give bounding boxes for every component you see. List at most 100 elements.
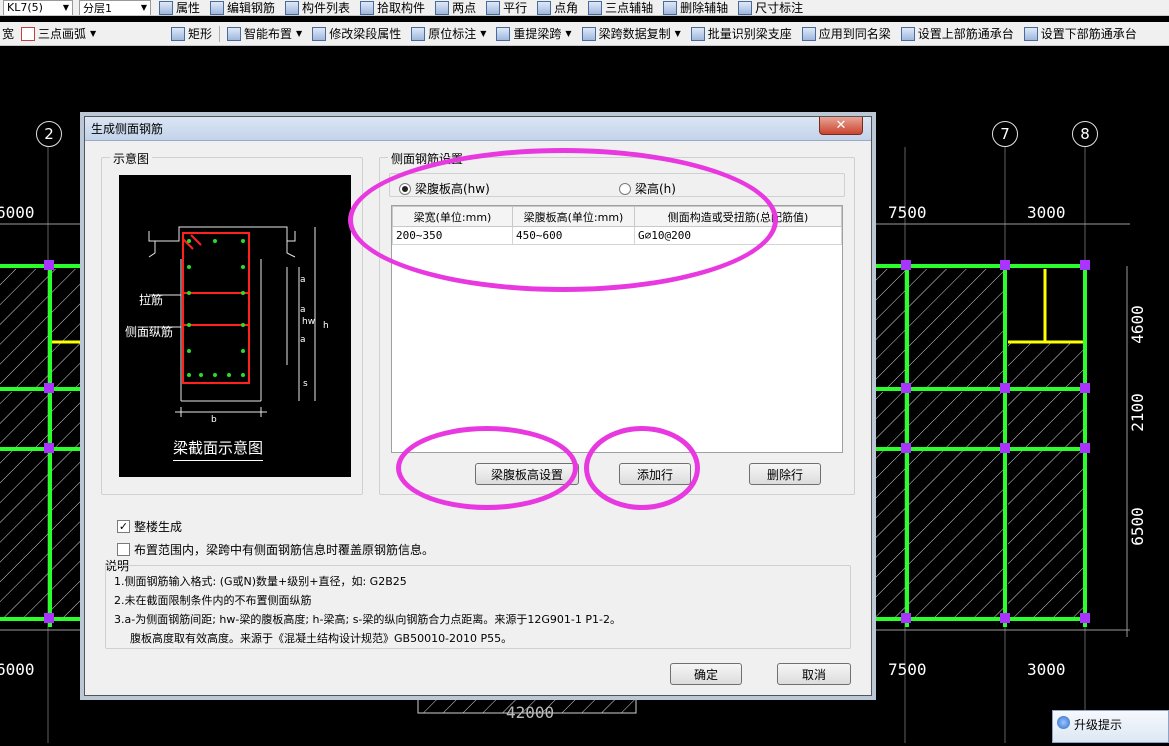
tb-rect[interactable]: 矩形: [166, 22, 217, 45]
dim-top-left: 6000: [0, 203, 35, 222]
slab-right-5: [909, 392, 1003, 447]
tb-component-list[interactable]: 构件列表: [280, 0, 355, 15]
tb-three-point-axis[interactable]: 三点辅轴: [583, 0, 658, 15]
arc-icon: [21, 26, 36, 41]
dialog-title: 生成侧面钢筋: [91, 122, 164, 136]
diagram-legend: 示意图: [110, 150, 153, 167]
tb-delete-axis[interactable]: 删除辅轴: [658, 0, 733, 15]
rectangle-icon: [171, 26, 186, 41]
beam-combo-value: KL7(5): [7, 1, 43, 14]
arc-combo[interactable]: 三点画弧 ▼: [16, 22, 166, 45]
axis-bubble-8: 8: [1072, 121, 1098, 147]
dim-top-mid: 7500: [888, 203, 927, 222]
add-row-button[interactable]: 添加行: [619, 463, 691, 485]
dim-bottom-mid: 7500: [888, 660, 927, 679]
radio-beam-height[interactable]: 梁高(h): [619, 180, 676, 197]
parallel-icon: [486, 0, 501, 15]
upgrade-label: 升级提示: [1074, 718, 1123, 732]
slab-right-6: [1008, 392, 1083, 447]
chevron-down-icon: ▼: [140, 3, 147, 12]
dim-total: 42000: [506, 703, 555, 722]
tb-lead[interactable]: 宽: [0, 22, 16, 45]
slab-right-9: [1008, 451, 1083, 618]
upgrade-notice[interactable]: 升级提示: [1052, 710, 1169, 743]
arc-combo-label: 三点画弧: [38, 27, 87, 41]
cell-beam-width[interactable]: 200~350: [392, 226, 513, 245]
label-s: s: [303, 379, 308, 389]
tb-apply-same-name[interactable]: 应用到同名梁: [797, 22, 896, 45]
ok-button[interactable]: 确定: [670, 663, 742, 685]
tb-copy-span-data[interactable]: 梁跨数据复制 ▼: [577, 22, 686, 45]
tb-batch-support-label: 批量识别梁支座: [707, 27, 792, 41]
slab-right-7: [873, 451, 905, 618]
overwrite-label: 布置范围内，梁跨中有侧面钢筋信息时覆盖原钢筋信息。: [134, 543, 435, 557]
separator: [219, 25, 221, 42]
cell-side-rebar[interactable]: G⌀10@200: [634, 226, 842, 245]
beam-combo[interactable]: KL7(5) ▼: [3, 0, 73, 15]
tb-bottom-rebar-cap[interactable]: 设置下部筋通承台: [1019, 22, 1142, 45]
table-row[interactable]: 200~350 450~600 G⌀10@200: [392, 226, 842, 245]
web-height-settings-button[interactable]: 梁腹板高设置: [475, 463, 579, 485]
tb-two-points[interactable]: 两点: [430, 0, 481, 15]
delete-row-button[interactable]: 删除行: [749, 463, 821, 485]
tb-in-place-annot[interactable]: 原位标注 ▼: [406, 22, 491, 45]
tb-property-label: 属性: [176, 1, 201, 15]
tb-property[interactable]: 属性: [154, 0, 205, 15]
delete-axis-icon: [663, 0, 678, 15]
col-side-rebar[interactable]: 侧面构造或受扭筋(总配筋值): [634, 206, 842, 227]
cancel-label: 取消: [801, 667, 826, 682]
tb-component-list-label: 构件列表: [302, 1, 351, 15]
tb-dimension[interactable]: 尺寸标注: [733, 0, 808, 15]
add-row-label: 添加行: [636, 467, 673, 482]
tb-batch-support[interactable]: 批量识别梁支座: [686, 22, 797, 45]
tb-apply-same-name-label: 应用到同名梁: [818, 27, 891, 41]
tb-smart-place-label: 智能布置: [244, 27, 293, 41]
tb-modify-segment[interactable]: 修改梁段属性: [307, 22, 406, 45]
col-web-height[interactable]: 梁腹板高(单位:mm): [512, 206, 635, 227]
rebar-table[interactable]: 梁宽(单位:mm) 梁腹板高(单位:mm) 侧面构造或受扭筋(总配筋值) 200…: [391, 205, 843, 453]
dim-right-2: 2100: [1127, 393, 1147, 432]
col-beam-width[interactable]: 梁宽(单位:mm): [392, 206, 513, 227]
delete-row-label: 删除行: [766, 467, 803, 482]
close-button[interactable]: ✕: [819, 117, 863, 135]
overwrite-checkbox[interactable]: 布置范围内，梁跨中有侧面钢筋信息时覆盖原钢筋信息。: [117, 541, 434, 558]
tb-smart-place[interactable]: 智能布置 ▼: [222, 22, 307, 45]
chevron-down-icon: ▼: [90, 29, 97, 38]
dimension-icon: [738, 0, 753, 15]
batch-icon: [690, 26, 705, 41]
whole-floor-checkbox[interactable]: ✓ 整楼生成: [117, 518, 182, 535]
tb-lead-label: 宽: [2, 27, 15, 41]
tb-top-rebar-cap[interactable]: 设置上部筋通承台: [896, 22, 1019, 45]
chevron-down-icon: ▼: [62, 3, 69, 12]
tb-two-points-label: 两点: [452, 1, 477, 15]
chevron-down-icon: ▼: [674, 29, 681, 38]
axis-bubble-7: 7: [992, 121, 1018, 147]
layer-combo[interactable]: 分层1 ▼: [79, 0, 151, 15]
tb-parallel[interactable]: 平行: [481, 0, 532, 15]
label-hw: hw: [302, 317, 316, 327]
slab-right-8: [909, 451, 1003, 618]
slab-right-3: [1008, 343, 1083, 387]
dim-bottom-right: 3000: [1027, 660, 1066, 679]
ok-label: 确定: [693, 667, 718, 682]
toolbar-draw: 宽 三点画弧 ▼ 矩形 智能布置 ▼ 修改梁段属性 原位标注 ▼ 重提梁跨 ▼ 梁跨数…: [0, 22, 1169, 46]
tb-delete-axis-label: 删除辅轴: [680, 1, 729, 15]
label-h: h: [323, 321, 329, 331]
slab-left-4: [52, 269, 84, 387]
diagram-caption: 梁截面示意图: [173, 437, 264, 461]
tb-point-angle[interactable]: 点角: [532, 0, 583, 15]
slab-left-2: [0, 392, 48, 447]
cancel-button[interactable]: 取消: [777, 663, 851, 685]
pick-icon: [360, 0, 375, 15]
dialog-titlebar[interactable]: 生成侧面钢筋 ✕: [85, 117, 871, 141]
slab-left-3: [0, 451, 48, 618]
tb-in-place-annot-label: 原位标注: [428, 27, 477, 41]
tb-bottom-rebar-cap-label: 设置下部筋通承台: [1040, 27, 1137, 41]
radio-web-height[interactable]: 梁腹板高(hw): [399, 180, 490, 197]
tb-pick[interactable]: 拾取构件: [355, 0, 430, 15]
tb-re-extract-span[interactable]: 重提梁跨 ▼: [491, 22, 576, 45]
tb-parallel-label: 平行: [503, 1, 528, 15]
cell-web-height[interactable]: 450~600: [512, 226, 635, 245]
tb-edit-rebar[interactable]: 编辑钢筋: [205, 0, 280, 15]
dim-bottom-left: 6000: [0, 660, 35, 679]
